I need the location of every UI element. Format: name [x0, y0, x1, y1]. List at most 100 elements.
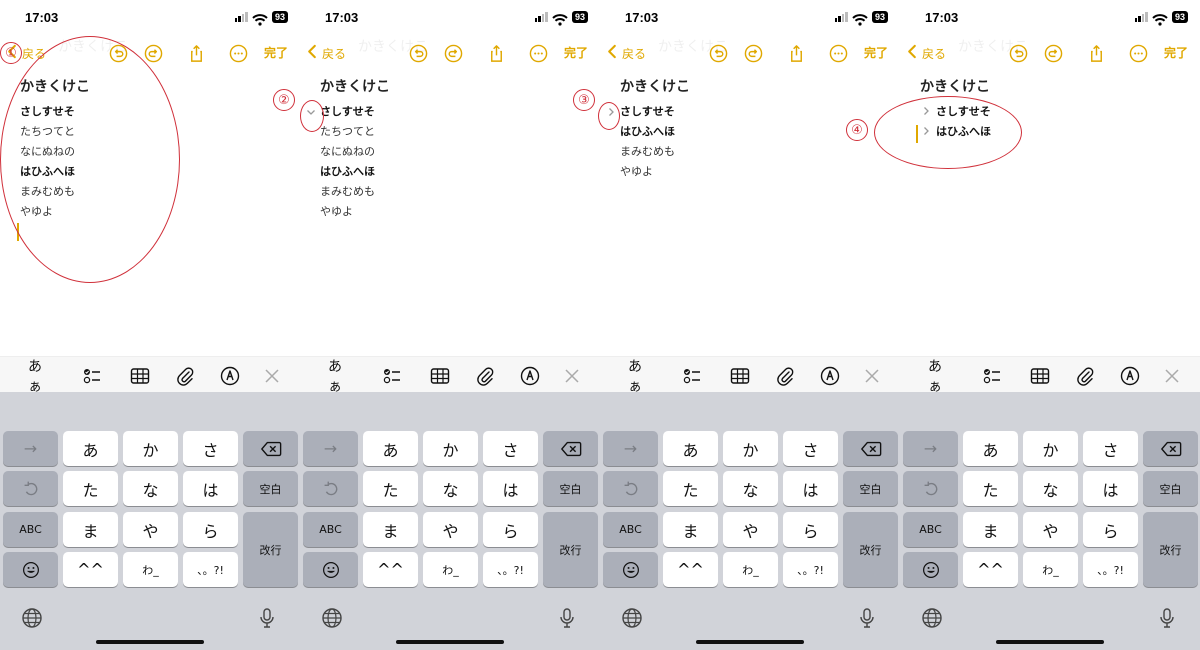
emoji-icon[interactable] — [3, 552, 58, 587]
emoji-icon[interactable] — [603, 552, 658, 587]
microphone-icon[interactable] — [1155, 606, 1179, 630]
markup-pen-icon[interactable] — [1118, 365, 1142, 387]
abc-key[interactable]: ABC — [603, 512, 658, 547]
kana-key[interactable]: か — [723, 431, 778, 466]
next-key[interactable]: → — [903, 431, 958, 466]
kana-key[interactable]: あ — [663, 431, 718, 466]
microphone-icon[interactable] — [855, 606, 879, 630]
kana-key[interactable]: ま — [663, 512, 718, 547]
kana-key[interactable]: ら — [783, 512, 838, 547]
kana-key[interactable]: や — [423, 512, 478, 547]
close-icon[interactable] — [1160, 365, 1184, 387]
kana-key[interactable]: は — [483, 471, 538, 506]
undo-key-icon[interactable] — [903, 471, 958, 506]
kana-key[interactable]: ま — [63, 512, 118, 547]
kana-key[interactable]: 、。?! — [1083, 552, 1138, 587]
kana-key[interactable]: や — [1023, 512, 1078, 547]
paperclip-icon[interactable] — [473, 365, 497, 387]
redo-icon[interactable] — [443, 43, 463, 63]
kana-key[interactable]: わ_ — [1023, 552, 1078, 587]
return-key[interactable]: 改行 — [843, 512, 898, 587]
kana-key[interactable]: ら — [183, 512, 238, 547]
globe-icon[interactable] — [920, 606, 944, 630]
emoji-icon[interactable] — [903, 552, 958, 587]
paperclip-icon[interactable] — [773, 365, 797, 387]
globe-icon[interactable] — [620, 606, 644, 630]
abc-key[interactable]: ABC — [3, 512, 58, 547]
kana-key[interactable]: ^^ — [363, 552, 418, 587]
kana-key[interactable]: な — [123, 471, 178, 506]
share-icon[interactable] — [186, 43, 206, 63]
kana-key[interactable]: さ — [783, 431, 838, 466]
kana-key[interactable]: わ_ — [123, 552, 178, 587]
kana-key[interactable]: 、。?! — [783, 552, 838, 587]
undo-icon[interactable] — [408, 43, 428, 63]
kana-key[interactable]: あ — [63, 431, 118, 466]
share-icon[interactable] — [486, 43, 506, 63]
markup-pen-icon[interactable] — [218, 365, 242, 387]
return-key[interactable]: 改行 — [543, 512, 598, 587]
kana-key[interactable]: わ_ — [723, 552, 778, 587]
kana-key[interactable]: た — [663, 471, 718, 506]
paperclip-icon[interactable] — [173, 365, 197, 387]
kana-key[interactable]: さ — [183, 431, 238, 466]
back-button[interactable]: 戻る — [906, 44, 946, 62]
kana-key[interactable]: か — [1023, 431, 1078, 466]
back-button[interactable]: 戻る — [606, 44, 646, 62]
paperclip-icon[interactable] — [1073, 365, 1097, 387]
space-key[interactable]: 空白 — [1143, 471, 1198, 506]
return-key[interactable]: 改行 — [1143, 512, 1198, 587]
kana-key[interactable]: や — [123, 512, 178, 547]
close-icon[interactable] — [560, 365, 584, 387]
markup-pen-icon[interactable] — [818, 365, 842, 387]
space-key[interactable]: 空白 — [243, 471, 298, 506]
undo-key-icon[interactable] — [603, 471, 658, 506]
checklist-icon[interactable] — [80, 365, 104, 387]
undo-icon[interactable] — [1008, 43, 1028, 63]
kana-key[interactable]: は — [1083, 471, 1138, 506]
redo-icon[interactable] — [1043, 43, 1063, 63]
back-button[interactable]: 戻る — [306, 44, 346, 62]
done-button[interactable]: 完了 — [1164, 44, 1188, 61]
space-key[interactable]: 空白 — [843, 471, 898, 506]
kana-key[interactable]: ら — [483, 512, 538, 547]
kana-key[interactable]: ^^ — [963, 552, 1018, 587]
redo-icon[interactable] — [143, 43, 163, 63]
kana-key[interactable]: ^^ — [63, 552, 118, 587]
next-key[interactable]: → — [3, 431, 58, 466]
kana-key[interactable]: 、。?! — [183, 552, 238, 587]
markup-pen-icon[interactable] — [518, 365, 542, 387]
undo-key-icon[interactable] — [3, 471, 58, 506]
kana-key[interactable]: わ_ — [423, 552, 478, 587]
kana-key[interactable]: ま — [363, 512, 418, 547]
next-key[interactable]: → — [603, 431, 658, 466]
table-icon[interactable] — [128, 365, 152, 387]
delete-icon[interactable] — [543, 431, 598, 466]
kana-key[interactable]: ら — [1083, 512, 1138, 547]
more-icon[interactable] — [528, 43, 548, 63]
abc-key[interactable]: ABC — [303, 512, 358, 547]
kana-key[interactable]: さ — [1083, 431, 1138, 466]
kana-key[interactable]: ^^ — [663, 552, 718, 587]
kana-key[interactable]: な — [723, 471, 778, 506]
done-button[interactable]: 完了 — [264, 44, 288, 61]
kana-key[interactable]: や — [723, 512, 778, 547]
table-icon[interactable] — [428, 365, 452, 387]
globe-icon[interactable] — [20, 606, 44, 630]
globe-icon[interactable] — [320, 606, 344, 630]
kana-key[interactable]: は — [183, 471, 238, 506]
return-key[interactable]: 改行 — [243, 512, 298, 587]
next-key[interactable]: → — [303, 431, 358, 466]
abc-key[interactable]: ABC — [903, 512, 958, 547]
text-format-button[interactable]: あぁ — [28, 359, 52, 395]
microphone-icon[interactable] — [555, 606, 579, 630]
kana-key[interactable]: た — [363, 471, 418, 506]
checklist-icon[interactable] — [680, 365, 704, 387]
note-body[interactable]: かきくけこ さしすせそ はひふへほ まみむめも やゆよ — [609, 76, 690, 181]
kana-key[interactable]: か — [423, 431, 478, 466]
undo-icon[interactable] — [708, 43, 728, 63]
close-icon[interactable] — [860, 365, 884, 387]
kana-key[interactable]: は — [783, 471, 838, 506]
table-icon[interactable] — [728, 365, 752, 387]
close-icon[interactable] — [260, 365, 284, 387]
